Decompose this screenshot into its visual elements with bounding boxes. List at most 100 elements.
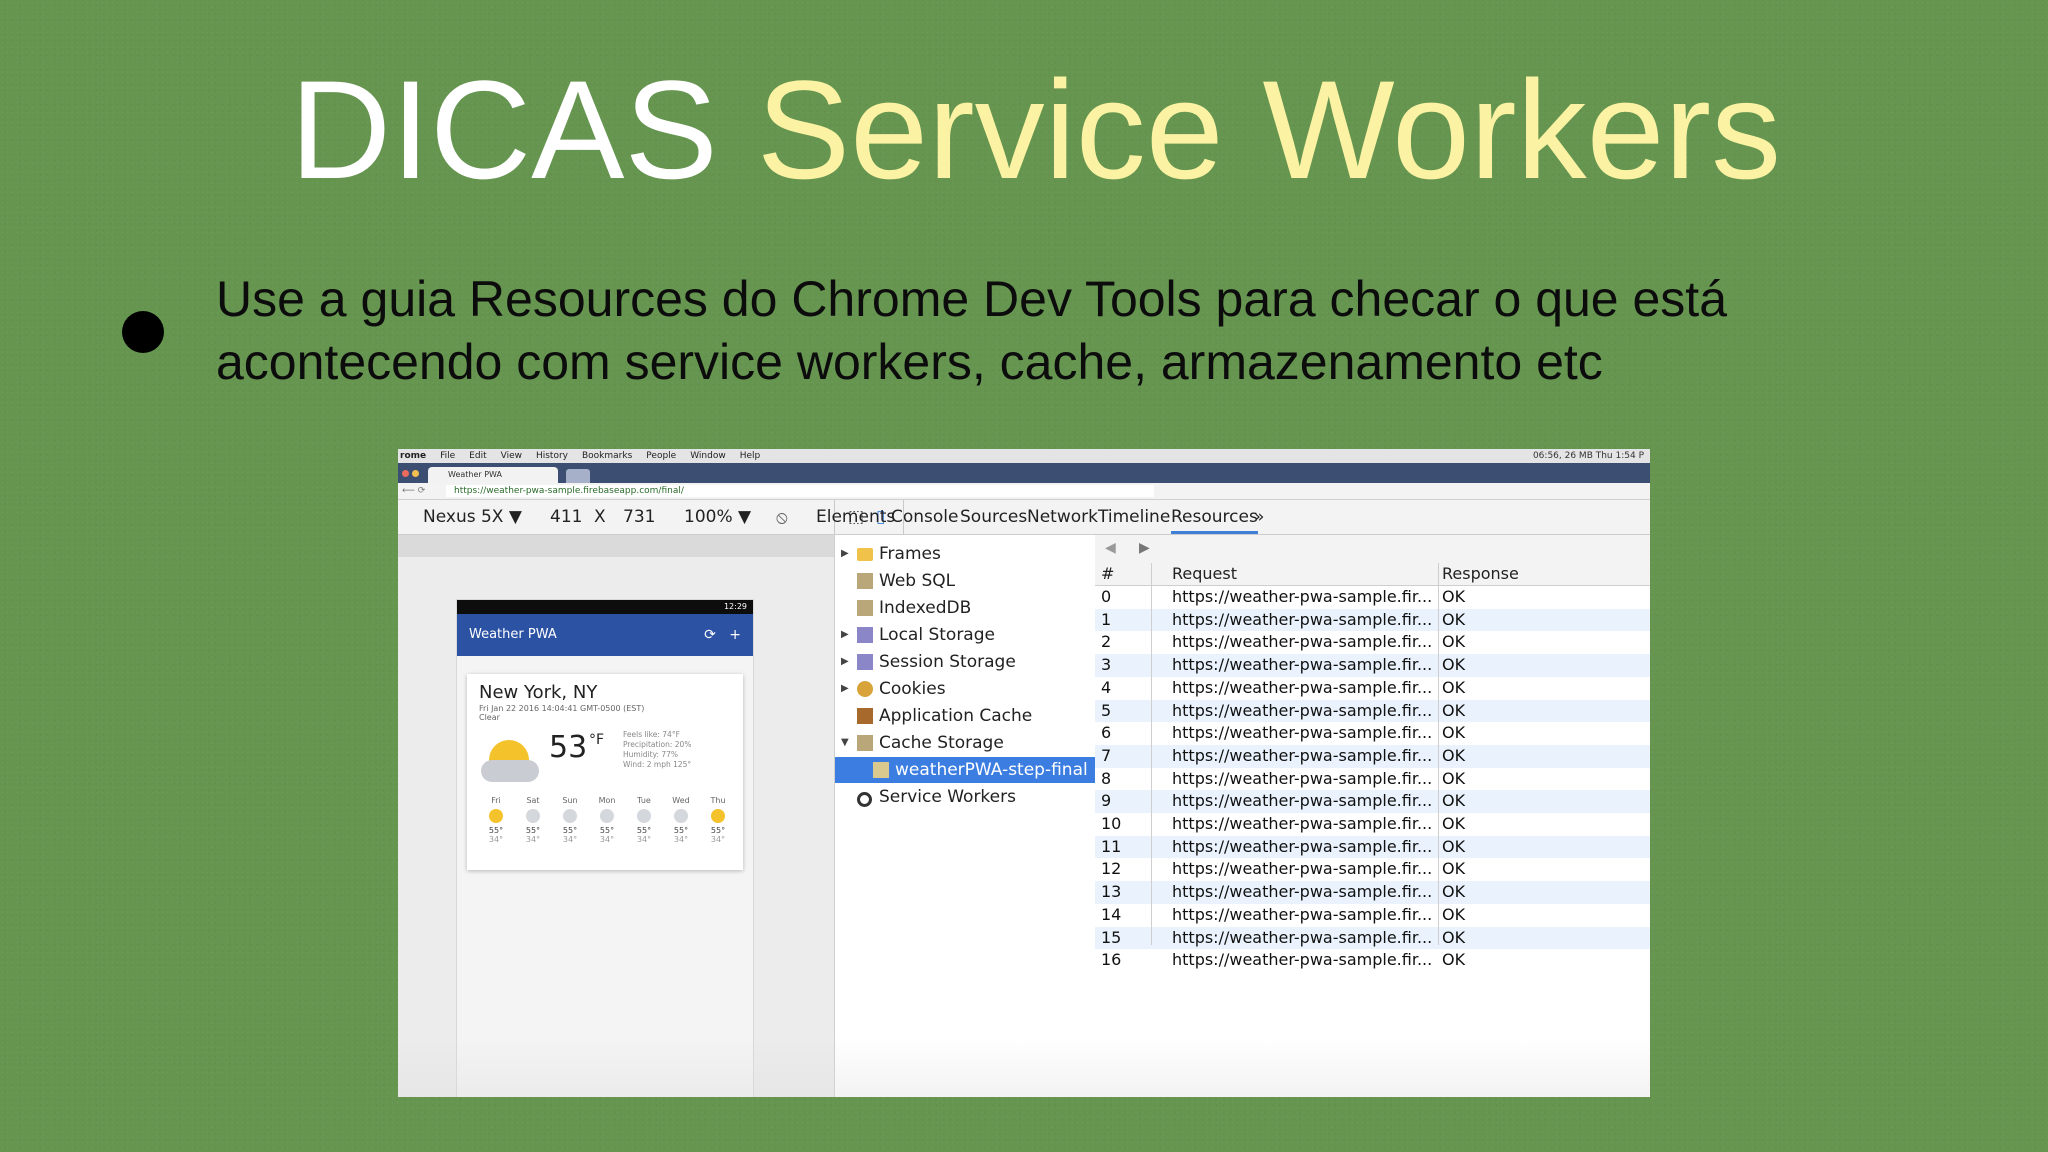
- zoom-select[interactable]: 100% ▼: [684, 507, 751, 527]
- row-index: 4: [1101, 677, 1112, 697]
- tab-sources[interactable]: Sources: [960, 507, 1027, 527]
- row-index: 3: [1101, 655, 1112, 675]
- address-bar: ⟵ ⟳ https://weather-pwa-sample.firebasea…: [398, 483, 1650, 500]
- sun-icon: [489, 809, 503, 823]
- weather-details: Feels like: 74°F Precipitation: 20% Humidi…: [623, 730, 691, 770]
- forecast-day-name: Sun: [562, 796, 578, 805]
- add-icon[interactable]: +: [729, 627, 741, 643]
- previous-page-icon[interactable]: ◀: [1105, 540, 1116, 556]
- row-request: https://weather-pwa-sample.fir...: [1172, 723, 1433, 743]
- tab-console[interactable]: Console: [891, 507, 959, 527]
- menu-item[interactable]: History: [536, 451, 568, 461]
- expanded-arrow-icon[interactable]: ▼: [841, 730, 849, 756]
- table-row[interactable]: 9 https://weather-pwa-sample.fir... OK: [1095, 790, 1650, 813]
- table-row[interactable]: 1 https://weather-pwa-sample.fir... OK: [1095, 608, 1650, 632]
- forecast-low: 34°: [636, 835, 652, 844]
- column-header-response[interactable]: Response: [1442, 563, 1519, 585]
- tab-network[interactable]: Network: [1027, 507, 1098, 527]
- new-tab-button[interactable]: [566, 469, 590, 483]
- device-preview: 12:29 Weather PWA ⟳ + New York, NY Fri J…: [398, 535, 834, 1097]
- table-row[interactable]: 12 https://weather-pwa-sample.fir... OK: [1095, 858, 1650, 881]
- cloud-icon: [526, 809, 540, 823]
- table-row[interactable]: 7 https://weather-pwa-sample.fir... OK: [1095, 744, 1650, 768]
- url-field[interactable]: https://weather-pwa-sample.firebaseapp.c…: [446, 485, 1154, 497]
- collapsed-arrow-icon[interactable]: ▶: [841, 622, 849, 648]
- tree-item-cookies[interactable]: ▶ Cookies: [835, 676, 1095, 702]
- table-row[interactable]: 5 https://weather-pwa-sample.fir... OK: [1095, 699, 1650, 723]
- tree-item-indexeddb[interactable]: IndexedDB: [835, 595, 1095, 621]
- table-row[interactable]: 15 https://weather-pwa-sample.fir... OK: [1095, 926, 1650, 950]
- phone-frame: 12:29 Weather PWA ⟳ + New York, NY Fri J…: [456, 599, 754, 1097]
- device-select[interactable]: Nexus 5X ▼: [423, 507, 522, 527]
- menu-item[interactable]: People: [646, 451, 676, 461]
- column-header-request[interactable]: Request: [1172, 563, 1237, 585]
- more-tabs-icon[interactable]: »: [1254, 507, 1264, 527]
- tree-item-local-storage[interactable]: ▶ Local Storage: [835, 622, 1095, 648]
- tree-item-web-sql[interactable]: Web SQL: [835, 568, 1095, 594]
- tree-item-frames[interactable]: ▶ Frames: [835, 541, 1095, 567]
- menu-item[interactable]: Help: [740, 451, 761, 461]
- table-row[interactable]: 14 https://weather-pwa-sample.fir... OK: [1095, 904, 1650, 927]
- tree-item-weatherpwa-step-final[interactable]: weatherPWA-step-final: [835, 757, 1095, 783]
- collapsed-arrow-icon[interactable]: ▶: [841, 676, 849, 702]
- height-field[interactable]: 731: [623, 507, 655, 527]
- forecast-high: 55°: [562, 826, 578, 835]
- row-response: OK: [1442, 609, 1466, 629]
- forecast-high: 55°: [488, 826, 504, 835]
- row-request: https://weather-pwa-sample.fir...: [1172, 882, 1433, 902]
- menu-item[interactable]: File: [440, 451, 455, 461]
- database-icon: [857, 573, 873, 589]
- refresh-icon[interactable]: ⟳: [704, 627, 716, 643]
- reload-icon[interactable]: ⟵ ⟳: [402, 483, 425, 499]
- row-response: OK: [1442, 587, 1466, 606]
- rotate-icon[interactable]: ⦸: [776, 507, 788, 528]
- table-row[interactable]: 16 https://weather-pwa-sample.fir... OK: [1095, 949, 1650, 972]
- tab-timeline[interactable]: Timeline: [1098, 507, 1170, 527]
- minimize-window-icon[interactable]: [412, 470, 419, 477]
- cookie-icon: [857, 681, 873, 697]
- tree-item-label: Cache Storage: [879, 733, 1004, 753]
- forecast-low: 34°: [599, 835, 615, 844]
- table-row[interactable]: 10 https://weather-pwa-sample.fir... OK: [1095, 813, 1650, 836]
- menu-item[interactable]: Edit: [469, 451, 486, 461]
- menu-item[interactable]: Window: [690, 451, 726, 461]
- menu-item[interactable]: View: [501, 451, 522, 461]
- table-row[interactable]: 4 https://weather-pwa-sample.fir... OK: [1095, 677, 1650, 700]
- width-field[interactable]: 411: [550, 507, 582, 527]
- tab-elements[interactable]: Elements: [816, 507, 895, 527]
- storage-icon: [857, 654, 873, 670]
- devtools-toolbar: Nexus 5X ▼ 411 X 731 100% ▼ ⦸ ⬚ ▯ Elemen…: [398, 500, 1650, 535]
- menu-item[interactable]: Bookmarks: [582, 451, 632, 461]
- collapsed-arrow-icon[interactable]: ▶: [841, 649, 849, 675]
- row-request: https://weather-pwa-sample.fir...: [1172, 677, 1433, 697]
- table-row[interactable]: 11 https://weather-pwa-sample.fir... OK: [1095, 835, 1650, 859]
- row-response: OK: [1442, 791, 1466, 811]
- close-window-icon[interactable]: [402, 470, 409, 477]
- next-page-icon[interactable]: ▶: [1139, 540, 1150, 556]
- tree-item-label: weatherPWA-step-final: [895, 760, 1088, 780]
- collapsed-arrow-icon[interactable]: ▶: [841, 541, 849, 567]
- menu-item[interactable]: rome: [400, 451, 426, 461]
- table-row[interactable]: 0 https://weather-pwa-sample.fir... OK: [1095, 586, 1650, 609]
- row-index: 12: [1101, 859, 1122, 879]
- table-row[interactable]: 3 https://weather-pwa-sample.fir... OK: [1095, 654, 1650, 677]
- tree-item-service-workers[interactable]: Service Workers: [835, 784, 1095, 810]
- table-row[interactable]: 6 https://weather-pwa-sample.fir... OK: [1095, 722, 1650, 745]
- row-request: https://weather-pwa-sample.fir...: [1172, 927, 1433, 947]
- column-header-index[interactable]: #: [1101, 563, 1114, 585]
- tab-resources[interactable]: Resources: [1171, 507, 1258, 534]
- row-index: 7: [1101, 745, 1112, 765]
- forecast-low: 34°: [673, 835, 689, 844]
- tree-item-application-cache[interactable]: Application Cache: [835, 703, 1095, 729]
- table-row[interactable]: 13 https://weather-pwa-sample.fir... OK: [1095, 881, 1650, 904]
- cloud-icon: [481, 760, 539, 782]
- table-row[interactable]: 8 https://weather-pwa-sample.fir... OK: [1095, 768, 1650, 791]
- browser-tab[interactable]: Weather PWA: [428, 467, 558, 483]
- cloud-icon: [674, 809, 688, 823]
- title-plain: DICAS: [290, 51, 718, 208]
- temperature: 53: [549, 730, 588, 765]
- tree-item-session-storage[interactable]: ▶ Session Storage: [835, 649, 1095, 675]
- row-request: https://weather-pwa-sample.fir...: [1172, 814, 1433, 833]
- table-row[interactable]: 2 https://weather-pwa-sample.fir... OK: [1095, 631, 1650, 654]
- tree-item-cache-storage[interactable]: ▼ Cache Storage: [835, 730, 1095, 756]
